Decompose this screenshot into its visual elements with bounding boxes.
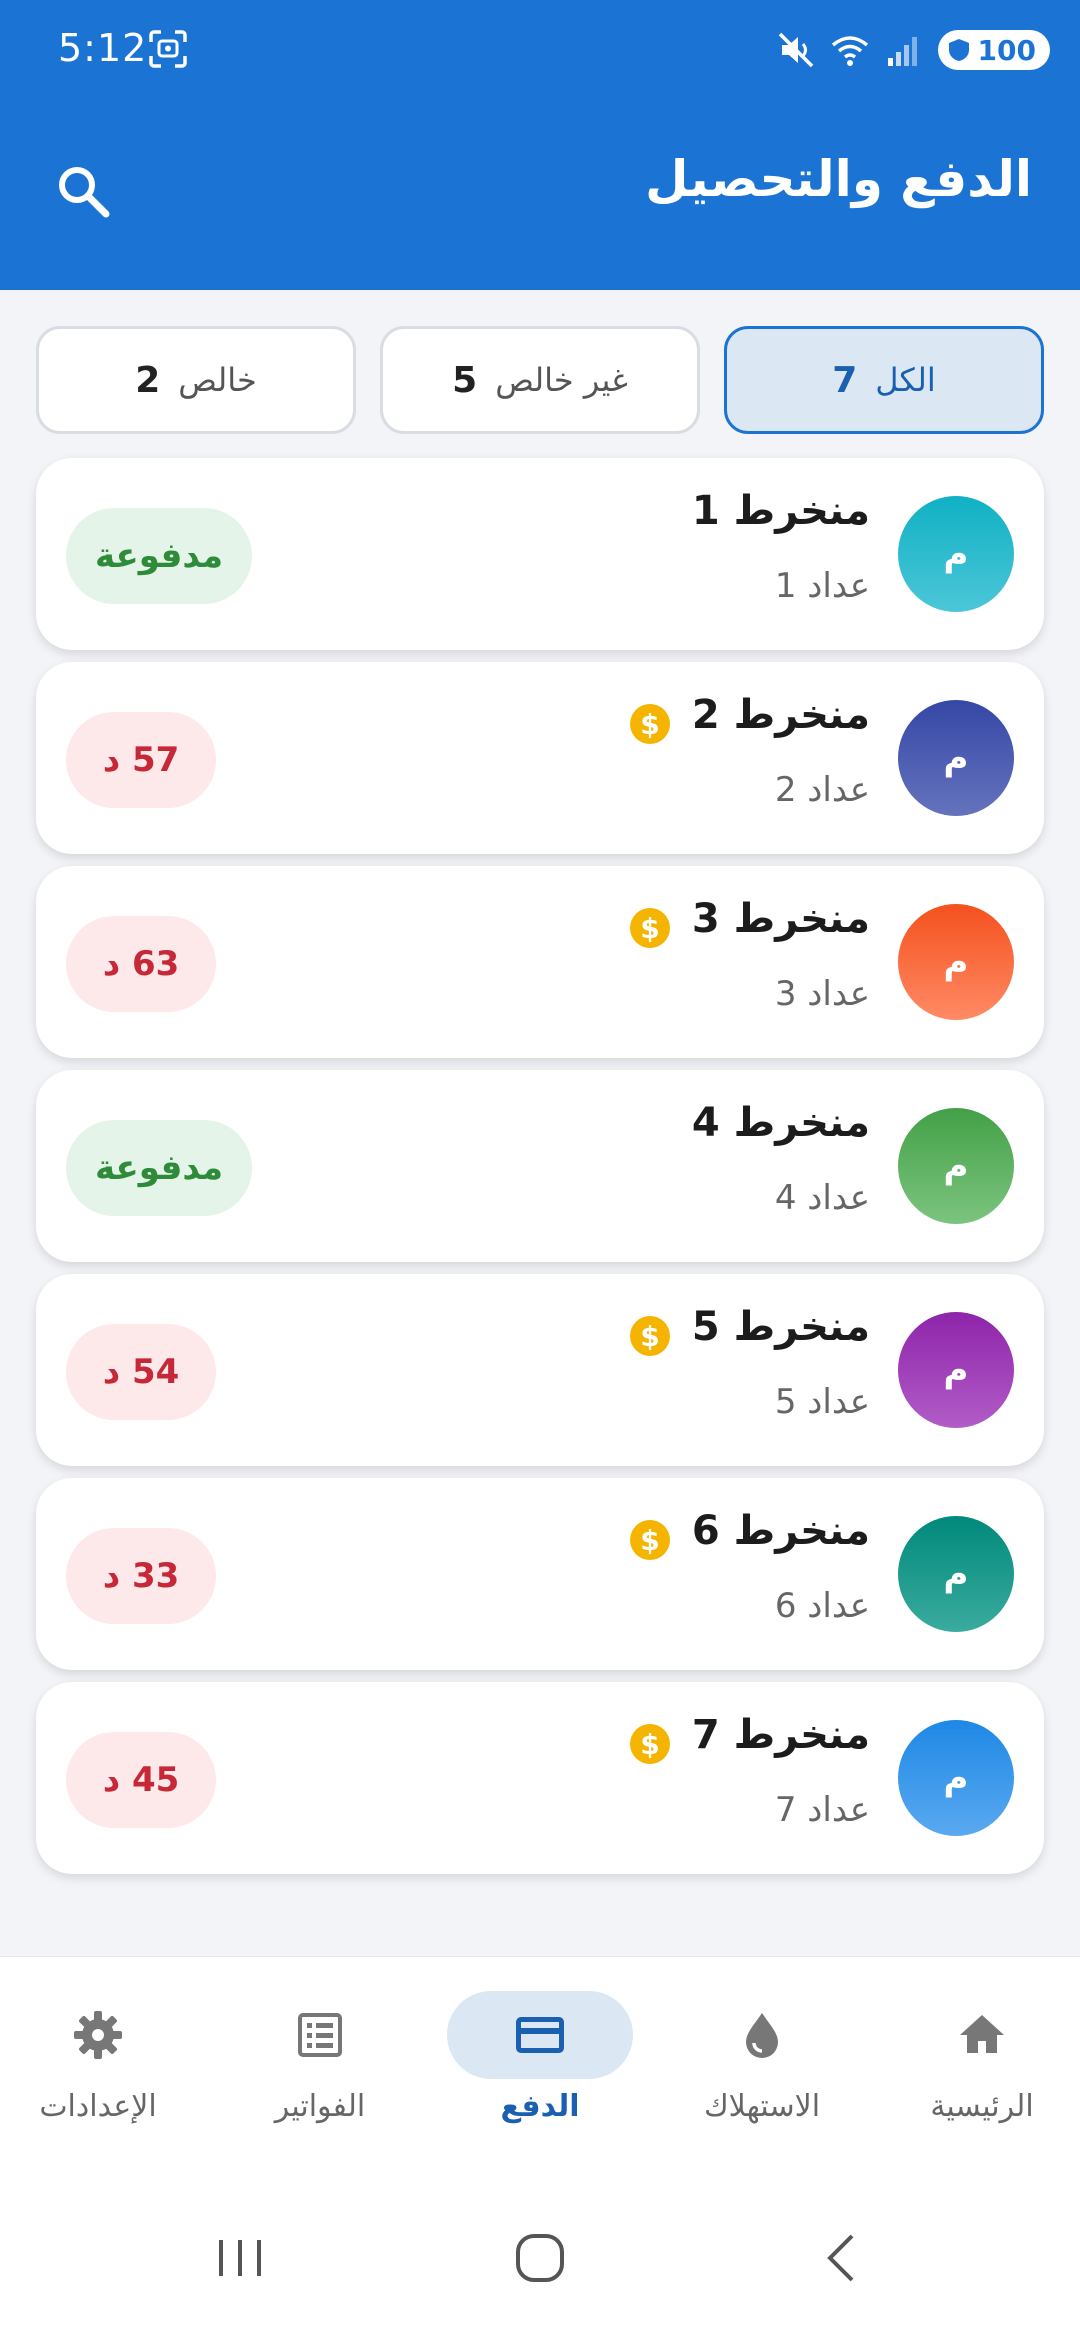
avatar: م <box>898 1108 1014 1224</box>
nav-item-consumption[interactable]: الاستهلاك <box>654 1991 870 2141</box>
status-icons: 100 <box>776 26 1050 74</box>
subscriber-card[interactable]: م منخرط 1 عداد 1 مدفوعة <box>36 458 1044 650</box>
unpaid-coin-icon: $ <box>630 1316 670 1356</box>
subscriber-name: منخرط 4 <box>691 1100 870 1146</box>
meter-number: عداد 4 <box>774 1178 870 1218</box>
unpaid-coin-icon: $ <box>630 1520 670 1560</box>
top-app-bar: 5:12 100 الدفع والتحصيل <box>0 0 1080 290</box>
amount-due-badge: 54 د <box>66 1324 216 1420</box>
nav-item-invoices[interactable]: الفواتير <box>212 1991 428 2141</box>
filter-chip-label: الكل <box>875 361 936 399</box>
receipt-list-icon <box>298 2013 342 2057</box>
shield-icon <box>948 39 969 61</box>
unpaid-coin-icon: $ <box>630 704 670 744</box>
gear-icon <box>74 2011 122 2059</box>
subscriber-name: منخرط 2 <box>691 692 870 738</box>
subscriber-card[interactable]: م منخرط 4 عداد 4 مدفوعة <box>36 1070 1044 1262</box>
avatar: م <box>898 1516 1014 1632</box>
subscriber-name: منخرط 5 <box>691 1304 870 1350</box>
nav-item-settings[interactable]: الإعدادات <box>0 1991 206 2141</box>
amount-due-badge: 63 د <box>66 916 216 1012</box>
filter-chips: الكل 7 غير خالص 5 خالص 2 <box>36 326 1044 434</box>
avatar: م <box>898 700 1014 816</box>
nav-item-label: الإعدادات <box>39 2089 157 2124</box>
filter-chip-label: غير خالص <box>495 361 628 399</box>
subscriber-name: منخرط 6 <box>691 1508 870 1554</box>
nav-item-payment[interactable]: الدفع <box>432 1991 648 2141</box>
mute-icon <box>778 32 813 68</box>
subscriber-card[interactable]: م منخرط 6 $ عداد 6 33 د <box>36 1478 1044 1670</box>
meter-number: عداد 3 <box>774 974 870 1014</box>
avatar: م <box>898 904 1014 1020</box>
search-icon[interactable] <box>52 160 114 222</box>
system-navigation-bar <box>0 2166 1080 2340</box>
nav-item-home[interactable]: الرئيسية <box>874 1991 1080 2141</box>
meter-number: عداد 5 <box>774 1382 870 1422</box>
meter-number: عداد 7 <box>774 1790 870 1830</box>
filter-chip-count: 5 <box>452 359 478 401</box>
bottom-navigation: الرئيسية الاستهلاك الدفع الفواتير الإعدا… <box>0 1956 1080 2166</box>
credit-card-icon <box>516 2017 564 2053</box>
avatar: م <box>898 1312 1014 1428</box>
meter-number: عداد 2 <box>774 770 870 810</box>
water-drop-icon <box>746 2013 778 2058</box>
filter-chip-paid[interactable]: خالص 2 <box>36 326 356 434</box>
back-icon[interactable] <box>812 2228 872 2288</box>
home-button-icon[interactable] <box>510 2228 570 2288</box>
amount-due-badge: 57 د <box>66 712 216 808</box>
avatar: م <box>898 1720 1014 1836</box>
avatar: م <box>898 496 1014 612</box>
subscriber-card[interactable]: م منخرط 7 $ عداد 7 45 د <box>36 1682 1044 1874</box>
status-time: 5:12 <box>58 26 148 70</box>
subscriber-name: منخرط 7 <box>691 1712 870 1758</box>
nav-item-label: الاستهلاك <box>703 2089 821 2124</box>
nav-item-label: الرئيسية <box>930 2089 1034 2124</box>
screen: 5:12 100 الدفع والتحصيل الكل 7 غير خالص … <box>0 0 1080 2340</box>
subscriber-card[interactable]: م منخرط 3 $ عداد 3 63 د <box>36 866 1044 1058</box>
paid-status-badge: مدفوعة <box>66 1120 252 1216</box>
subscriber-card[interactable]: م منخرط 2 $ عداد 2 57 د <box>36 662 1044 854</box>
battery-indicator: 100 <box>937 30 1050 70</box>
subscriber-name: منخرط 1 <box>691 488 870 534</box>
subscriber-card[interactable]: م منخرط 5 $ عداد 5 54 د <box>36 1274 1044 1466</box>
paid-status-badge: مدفوعة <box>66 508 252 604</box>
filter-chip-unpaid[interactable]: غير خالص 5 <box>380 326 700 434</box>
filter-chip-count: 2 <box>135 359 161 401</box>
page-title: الدفع والتحصيل <box>645 150 1032 208</box>
filter-chip-label: خالص <box>178 361 257 399</box>
battery-level: 100 <box>977 33 1036 67</box>
subscriber-name: منخرط 3 <box>691 896 870 942</box>
filter-chip-count: 7 <box>832 359 858 401</box>
screenshot-icon <box>149 30 187 68</box>
unpaid-coin-icon: $ <box>630 908 670 948</box>
wifi-icon <box>831 36 868 66</box>
meter-number: عداد 1 <box>774 566 870 606</box>
nav-item-label: الدفع <box>500 2089 580 2124</box>
home-icon <box>960 2015 1004 2053</box>
amount-due-badge: 33 د <box>66 1528 216 1624</box>
signal-icon <box>887 37 917 66</box>
amount-due-badge: 45 د <box>66 1732 216 1828</box>
meter-number: عداد 6 <box>774 1586 870 1626</box>
recent-apps-icon[interactable] <box>210 2228 270 2288</box>
filter-chip-all[interactable]: الكل 7 <box>724 326 1044 434</box>
nav-item-label: الفواتير <box>274 2089 366 2124</box>
unpaid-coin-icon: $ <box>630 1724 670 1764</box>
